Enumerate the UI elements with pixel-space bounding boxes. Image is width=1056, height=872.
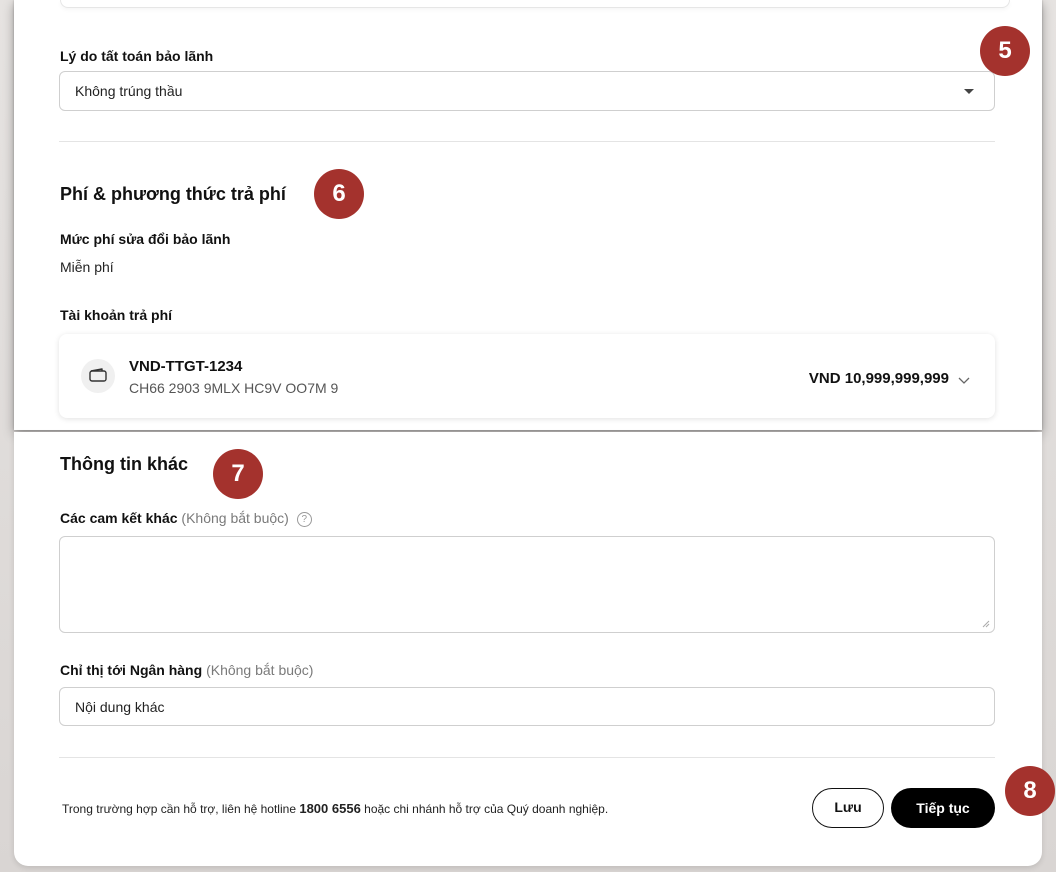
caret-down-icon — [964, 89, 974, 94]
other-info-card: Thông tin khác Các cam kết khác (Không b… — [14, 432, 1042, 866]
chevron-down-icon — [958, 372, 970, 390]
step-badge-6: 6 — [314, 169, 364, 219]
account-name: VND-TTGT-1234 — [129, 358, 243, 375]
instructions-label-text: Chỉ thị tới Ngân hàng — [60, 662, 203, 678]
section-divider — [59, 141, 995, 142]
step-badge-7: 7 — [213, 449, 263, 499]
reason-selected-value: Không trúng thầu — [75, 83, 183, 99]
fee-account-selector[interactable]: VND-TTGT-1234 CH66 2903 9MLX HC9V OO7M 9… — [59, 334, 995, 418]
reason-select[interactable]: Không trúng thầu — [59, 71, 995, 111]
previous-section-edge — [60, 0, 1010, 8]
fee-section-heading: Phí & phương thức trả phí — [60, 184, 286, 204]
step-badge-5: 5 — [980, 26, 1030, 76]
step-badge-8: 8 — [1005, 766, 1055, 816]
save-button[interactable]: Lưu — [812, 788, 884, 828]
instructions-input[interactable]: Nội dung khác — [59, 687, 995, 726]
other-section-heading: Thông tin khác — [60, 454, 188, 474]
commitments-textarea[interactable] — [59, 536, 995, 633]
guarantee-settlement-card: Lý do tất toán bảo lãnh Không trúng thầu… — [14, 0, 1042, 430]
resize-grip-icon[interactable] — [982, 620, 990, 628]
instructions-label: Chỉ thị tới Ngân hàng (Không bắt buộc) — [60, 662, 313, 678]
fee-amount-label: Mức phí sửa đổi bảo lãnh — [60, 231, 231, 247]
fee-amount-value: Miễn phí — [60, 259, 114, 275]
commitments-label: Các cam kết khác (Không bắt buộc) ? — [60, 510, 312, 527]
support-suffix: hoặc chi nhánh hỗ trợ của Quý doanh nghi… — [364, 802, 609, 816]
commitments-label-text: Các cam kết khác — [60, 510, 178, 526]
instructions-value: Nội dung khác — [75, 699, 165, 715]
footer-divider — [59, 757, 995, 758]
account-balance: VND 10,999,999,999 — [808, 370, 949, 387]
wallet-icon — [81, 359, 115, 393]
help-circle-icon[interactable]: ? — [296, 512, 312, 527]
support-text: Trong trường hợp cần hỗ trợ, liên hệ hot… — [62, 801, 608, 816]
commitments-optional: (Không bắt buộc) — [181, 510, 289, 526]
continue-button[interactable]: Tiếp tục — [891, 788, 995, 828]
hotline-number: 1800 6556 — [299, 801, 361, 816]
support-prefix: Trong trường hợp cần hỗ trợ, liên hệ hot… — [62, 802, 296, 816]
reason-label: Lý do tất toán bảo lãnh — [60, 48, 214, 64]
instructions-optional: (Không bắt buộc) — [206, 662, 314, 678]
account-number: CH66 2903 9MLX HC9V OO7M 9 — [129, 380, 339, 396]
fee-account-label: Tài khoản trả phí — [60, 307, 173, 323]
